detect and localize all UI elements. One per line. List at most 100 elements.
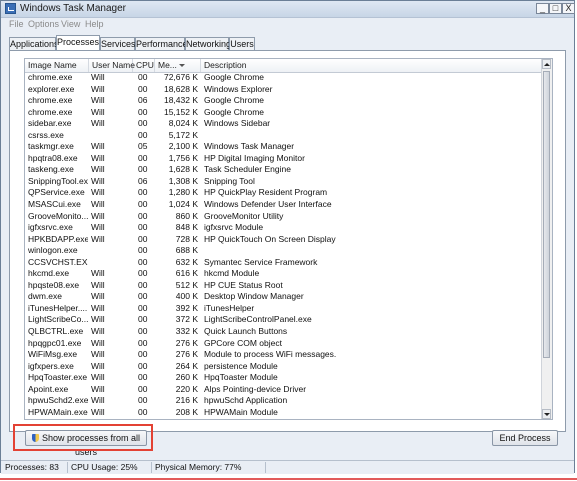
tab-users[interactable]: Users: [229, 37, 255, 50]
process-name: hpqste08.exe: [28, 279, 80, 290]
table-row[interactable]: igfxpers.exe Will 00 264 K persistence Modul…: [25, 361, 544, 373]
table-row[interactable]: Apoint.exe Will 00 220 K Alps Pointing-devic…: [25, 384, 544, 396]
process-name: GrooveMonito...: [28, 210, 88, 221]
menu-view[interactable]: View: [61, 19, 80, 29]
process-user: Will: [91, 164, 105, 175]
table-row[interactable]: hpqtra08.exe Will 00 1,756 K HP Digital Imag…: [25, 153, 544, 165]
tab-processes[interactable]: Processes: [56, 35, 100, 51]
column-description[interactable]: Description: [201, 59, 544, 72]
process-name: MSASCui.exe: [28, 199, 81, 210]
process-cpu: 00: [138, 106, 148, 117]
process-cpu: 00: [138, 395, 148, 406]
process-description: Alps Pointing-device Driver: [204, 383, 307, 394]
process-cpu: 00: [138, 360, 148, 371]
process-user: Will: [91, 360, 105, 371]
scroll-thumb[interactable]: [543, 71, 550, 358]
process-cpu: 00: [138, 337, 148, 348]
table-row[interactable]: taskmgr.exe Will 05 2,100 K Windows Task Man…: [25, 141, 544, 153]
process-name: QPService.exe: [28, 187, 85, 198]
table-row[interactable]: QLBCTRL.exe Will 00 332 K Quick Launch Butto…: [25, 326, 544, 338]
table-row[interactable]: sidebar.exe Will 00 8,024 K Windows Sidebar: [25, 118, 544, 130]
table-row[interactable]: HPWAMain.exe Will 00 208 K HPWAMain Module: [25, 407, 544, 419]
menu-file[interactable]: File: [9, 19, 24, 29]
menu-help[interactable]: Help: [85, 19, 104, 29]
process-memory: 1,628 K: [168, 164, 198, 175]
table-row[interactable]: winlogon.exe 00 688 K: [25, 245, 544, 257]
process-cpu: 06: [138, 95, 148, 106]
table-row[interactable]: hpqste08.exe Will 00 512 K HP CUE Status Roo…: [25, 280, 544, 292]
process-description: HP QuickTouch On Screen Display: [204, 233, 336, 244]
process-cpu: 00: [138, 383, 148, 394]
end-process-button[interactable]: End Process: [492, 430, 558, 446]
table-row[interactable]: HpqToaster.exe Will 00 260 K HpqToaster Modu…: [25, 372, 544, 384]
process-memory: 848 K: [175, 222, 198, 233]
process-user: Will: [91, 314, 105, 325]
table-row[interactable]: WiFiMsg.exe Will 00 276 K Module to process …: [25, 349, 544, 361]
process-memory: 15,152 K: [163, 106, 198, 117]
tab-performance[interactable]: Performance: [135, 37, 188, 50]
process-user: Will: [91, 302, 105, 313]
table-row[interactable]: HPKBDAPP.exe Will 00 728 K HP QuickTouch On …: [25, 234, 544, 246]
title-bar: Windows Task Manager _ □ X: [1, 1, 575, 18]
tab-networking[interactable]: Networking: [185, 37, 231, 50]
process-list[interactable]: Image Name User Name CPU Me... Descripti…: [24, 58, 553, 420]
vertical-scrollbar[interactable]: [541, 59, 552, 419]
process-cpu: 00: [138, 245, 148, 256]
close-button[interactable]: X: [562, 3, 575, 14]
table-row[interactable]: chrome.exe Will 06 18,432 K Google Chrome: [25, 95, 544, 107]
table-row[interactable]: LightScribeCo... Will 00 372 K LightScribeCo…: [25, 314, 544, 326]
arrow-up-icon: [544, 63, 550, 66]
table-row[interactable]: GrooveMonito... Will 00 860 K GrooveMonitor …: [25, 211, 544, 223]
process-cpu: 00: [138, 222, 148, 233]
process-name: taskmgr.exe: [28, 141, 74, 152]
table-row[interactable]: taskeng.exe Will 00 1,628 K Task Scheduler E…: [25, 164, 544, 176]
process-name: QLBCTRL.exe: [28, 326, 84, 337]
tab-applications[interactable]: Applications: [9, 37, 59, 50]
process-memory: 276 K: [175, 349, 198, 360]
table-row[interactable]: igfxsrvc.exe Will 00 848 K igfxsrvc Module: [25, 222, 544, 234]
process-name: explorer.exe: [28, 83, 75, 94]
scroll-down-button[interactable]: [542, 409, 551, 419]
process-name: csrss.exe: [28, 129, 64, 140]
table-row[interactable]: QPService.exe Will 00 1,280 K HP QuickPlay R…: [25, 187, 544, 199]
process-memory: 400 K: [175, 291, 198, 302]
column-user-name[interactable]: User Name: [89, 59, 135, 72]
table-row[interactable]: iTunesHelper.... Will 00 392 K iTunesHelper: [25, 303, 544, 315]
process-cpu: 00: [138, 233, 148, 244]
column-memory[interactable]: Me...: [155, 59, 201, 72]
process-user: Will: [91, 349, 105, 360]
red-underline: [0, 478, 577, 480]
table-row[interactable]: dwm.exe Will 00 400 K Desktop Window Manager: [25, 291, 544, 303]
process-description: Google Chrome: [204, 106, 265, 117]
menu-options[interactable]: Options: [28, 19, 59, 29]
process-name: HPWAMain.exe: [28, 406, 88, 417]
process-description: persistence Module: [204, 360, 278, 371]
process-user: Will: [91, 279, 105, 290]
table-row[interactable]: hpwuSchd2.exe Will 00 216 K hpwuSchd Applica…: [25, 395, 544, 407]
process-memory: 8,024 K: [168, 118, 198, 129]
tab-services[interactable]: Services: [100, 37, 136, 50]
process-memory: 1,756 K: [168, 152, 198, 163]
table-row[interactable]: SnippingTool.exe Will 06 1,308 K Snipping To…: [25, 176, 544, 188]
process-memory: 220 K: [175, 383, 198, 394]
process-memory: 264 K: [175, 360, 198, 371]
scroll-up-button[interactable]: [542, 59, 551, 69]
maximize-button[interactable]: □: [549, 3, 562, 14]
process-description: HP Digital Imaging Monitor: [204, 152, 305, 163]
process-memory: 688 K: [175, 245, 198, 256]
table-row[interactable]: csrss.exe 00 5,172 K: [25, 130, 544, 142]
task-manager-window: Windows Task Manager _ □ X File Options …: [0, 0, 575, 474]
table-row[interactable]: CCSVCHST.EXE 00 632 K Symantec Service Fram…: [25, 257, 544, 269]
table-row[interactable]: MSASCui.exe Will 00 1,024 K Windows Defender…: [25, 199, 544, 211]
table-row[interactable]: chrome.exe Will 00 15,152 K Google Chrome: [25, 107, 544, 119]
table-row[interactable]: explorer.exe Will 00 18,628 K Windows Explor…: [25, 84, 544, 96]
process-cpu: 00: [138, 349, 148, 360]
column-cpu[interactable]: CPU: [133, 59, 155, 72]
minimize-button[interactable]: _: [536, 3, 549, 14]
table-row[interactable]: hpqgpc01.exe Will 00 276 K GPCore COM object: [25, 338, 544, 350]
table-row[interactable]: chrome.exe Will 00 72,676 K Google Chrome: [25, 72, 544, 84]
column-image-name[interactable]: Image Name: [25, 59, 89, 72]
table-row[interactable]: hkcmd.exe Will 00 616 K hkcmd Module: [25, 268, 544, 280]
process-memory: 728 K: [175, 233, 198, 244]
process-cpu: 00: [138, 279, 148, 290]
